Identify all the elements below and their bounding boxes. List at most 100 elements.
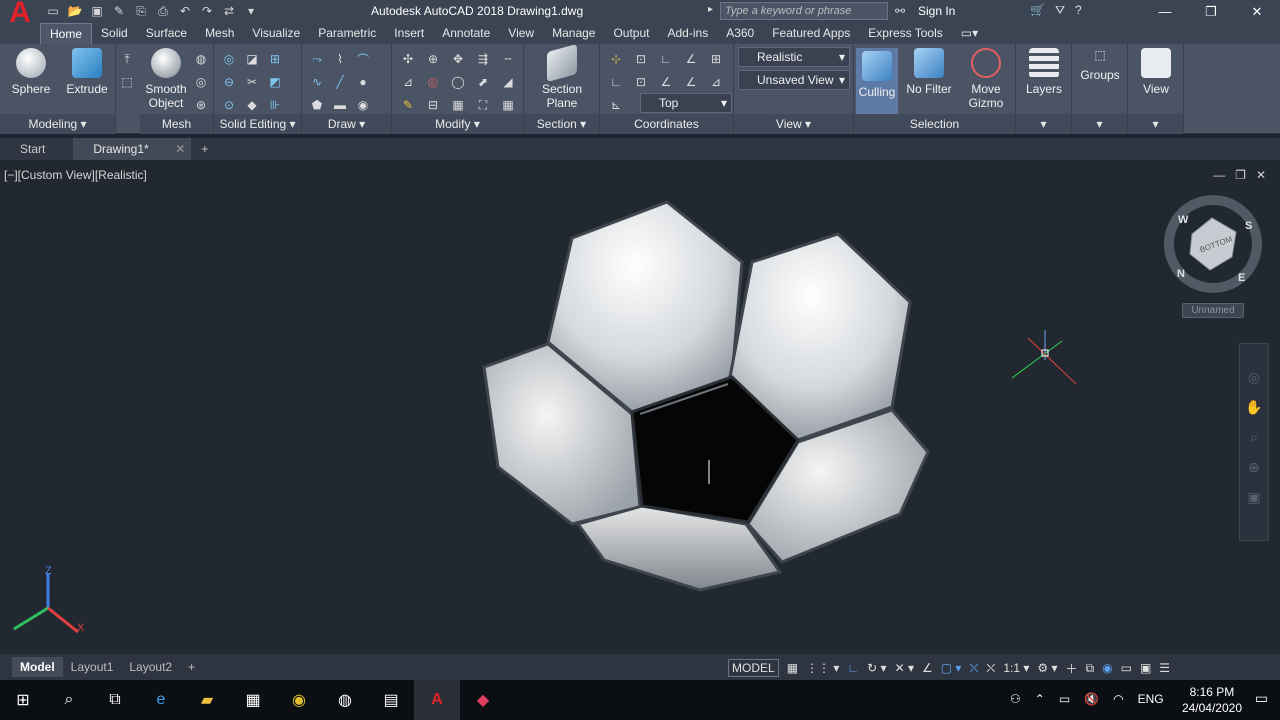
save-icon[interactable]: ▣ xyxy=(88,3,106,19)
tab-output[interactable]: Output xyxy=(604,23,658,44)
ucs-z-icon[interactable]: ∠ xyxy=(679,48,703,70)
annotation-monitor-icon[interactable]: ＋ xyxy=(1066,660,1078,677)
model-layout-tab[interactable]: Model xyxy=(12,657,63,677)
tab-manage[interactable]: Manage xyxy=(543,23,604,44)
tab-express-tools[interactable]: Express Tools xyxy=(859,23,951,44)
separate-icon[interactable]: ⊪ xyxy=(264,94,286,116)
section-plane-button[interactable]: Section Plane xyxy=(532,43,592,110)
culling-button[interactable]: Culling xyxy=(856,48,898,114)
chrome-icon[interactable]: ◉ xyxy=(276,680,322,720)
coordinates-panel-label[interactable]: Coordinates xyxy=(600,114,733,134)
ucs-object-icon[interactable]: ⊡ xyxy=(629,71,653,93)
show-hidden-icons[interactable]: ⌃ xyxy=(1035,692,1045,706)
erase-icon[interactable]: ✎ xyxy=(396,94,420,116)
orbit-icon[interactable]: ⊕ xyxy=(1240,452,1268,482)
drawing-tab[interactable]: Drawing1* ✕ xyxy=(73,138,192,160)
workspace-icon[interactable]: ⇄ xyxy=(220,3,238,19)
offset-icon[interactable]: ⊟ xyxy=(421,94,445,116)
plot-icon[interactable]: ⎙ xyxy=(154,3,172,19)
isolate-objects-icon[interactable]: ◉ xyxy=(1102,661,1112,675)
modeling-panel-label[interactable]: Modeling ▾ xyxy=(0,114,115,134)
view-button[interactable]: View xyxy=(1134,48,1178,96)
extrude-faces-icon[interactable]: ◩ xyxy=(264,71,286,93)
saved-view-dropdown[interactable]: Unsaved View ▾ xyxy=(738,70,850,90)
steering-wheel-icon[interactable]: ◎ xyxy=(1240,362,1268,392)
volume-icon[interactable]: 🔇 xyxy=(1084,692,1099,706)
selection-panel-label[interactable]: Selection xyxy=(854,114,1015,134)
wifi-icon[interactable]: ◠ xyxy=(1113,692,1123,706)
clean-screen-icon[interactable]: ▣ xyxy=(1140,661,1151,675)
view-panel-label[interactable]: View ▾ xyxy=(734,114,853,134)
tab-parametric[interactable]: Parametric xyxy=(309,23,385,44)
mesh-smooth-less-icon[interactable]: ◎ xyxy=(190,71,212,93)
interfere-icon[interactable]: ✂ xyxy=(241,71,263,93)
isodraft-icon[interactable]: ✕ ▾ xyxy=(895,661,914,675)
autodesk-app-icon[interactable]: ⛛ xyxy=(1055,3,1065,18)
close-button[interactable]: ✕ xyxy=(1234,0,1280,23)
workspace-gear-icon[interactable]: ⚙ ▾ xyxy=(1037,661,1057,675)
spline-icon[interactable]: ∿ xyxy=(306,71,328,93)
circle-edit-icon[interactable]: ◯ xyxy=(446,71,470,93)
view-expand-icon[interactable]: ▾ xyxy=(1128,114,1183,134)
layers-expand-icon[interactable]: ▾ xyxy=(1016,114,1071,134)
ucs-previous-icon[interactable]: ∟ xyxy=(604,71,628,93)
ucs-menu-button[interactable]: Unnamed xyxy=(1182,303,1244,318)
compass-south[interactable]: S xyxy=(1245,220,1252,232)
fillet-icon[interactable]: ◢ xyxy=(496,71,520,93)
sign-in-button[interactable]: Sign In xyxy=(918,4,955,18)
groups-button[interactable]: ⬚ Groups xyxy=(1078,48,1122,82)
search-icon[interactable]: ⌕ xyxy=(46,680,92,720)
people-icon[interactable]: ⚇ xyxy=(1010,692,1021,706)
chamfer-icon[interactable]: ⛶ xyxy=(471,94,495,116)
presspull-icon[interactable]: ⤒ xyxy=(116,48,138,70)
ortho-icon[interactable]: ∟ xyxy=(847,661,859,675)
view-direction-dropdown[interactable]: Top ▾ xyxy=(640,93,732,113)
ucs-face-icon[interactable]: ∠ xyxy=(654,71,678,93)
search-expand-icon[interactable]: ▸ xyxy=(708,4,713,15)
pan-icon[interactable]: ✋ xyxy=(1240,392,1268,422)
snap-icon[interactable]: ⋮⋮ ▾ xyxy=(806,661,839,675)
scale-icon[interactable]: ◎ xyxy=(421,71,445,93)
new-icon[interactable]: ▭ xyxy=(44,3,62,19)
grid-array-icon[interactable]: ▦ xyxy=(496,94,520,116)
ucs-x-icon[interactable]: ⊿ xyxy=(704,71,728,93)
move-3d-icon[interactable]: ✣ xyxy=(396,48,420,70)
compass-west[interactable]: W xyxy=(1178,214,1188,226)
tab-solid[interactable]: Solid xyxy=(92,23,137,44)
tab-mesh[interactable]: Mesh xyxy=(196,23,243,44)
new-tab-icon[interactable]: + xyxy=(191,138,218,160)
tab-annotate[interactable]: Annotate xyxy=(433,23,499,44)
no-filter-button[interactable]: No Filter xyxy=(904,48,954,96)
move-icon[interactable]: ✥ xyxy=(446,48,470,70)
object-snap-icon[interactable]: ▢ ▾ xyxy=(941,661,962,675)
close-tab-icon[interactable]: ✕ xyxy=(175,138,185,160)
align-icon[interactable]: ⇶ xyxy=(471,48,495,70)
autocad-taskbar-icon[interactable]: A xyxy=(414,680,460,720)
slice-icon[interactable]: ◪ xyxy=(241,48,263,70)
modify-panel-label[interactable]: Modify ▾ xyxy=(392,114,523,134)
notifications-icon[interactable]: ▭ xyxy=(1255,690,1268,707)
rectangle-icon[interactable]: ▬ xyxy=(329,94,351,116)
extract-edges-icon[interactable]: ⊞ xyxy=(264,48,286,70)
units-icon[interactable]: ⧉ xyxy=(1086,661,1095,676)
ucs-icon-props[interactable]: ⊾ xyxy=(604,94,628,116)
ucs-world-icon[interactable]: ⊡ xyxy=(629,48,653,70)
undo-icon[interactable]: ↶ xyxy=(176,3,194,19)
tab-a360[interactable]: A360 xyxy=(717,23,763,44)
intersect-icon[interactable]: ⊙ xyxy=(218,94,240,116)
compass-east[interactable]: E xyxy=(1238,272,1245,284)
hardware-acceleration-icon[interactable]: ▭ xyxy=(1121,661,1132,675)
qat-dropdown-icon[interactable]: ▾ xyxy=(242,3,260,19)
array-icon[interactable]: ╌ xyxy=(496,48,520,70)
ucs-view-icon[interactable]: ⊞ xyxy=(704,48,728,70)
minimize-button[interactable]: — xyxy=(1142,0,1188,23)
layers-button[interactable]: Layers xyxy=(1022,48,1066,96)
maximize-button[interactable]: ❐ xyxy=(1188,0,1234,23)
calculator-icon[interactable]: ▦ xyxy=(230,680,276,720)
ucs-3point-icon[interactable]: ∠ xyxy=(679,71,703,93)
windows-start-icon[interactable]: ⊞ xyxy=(0,680,46,720)
polysolid-icon[interactable]: ⬚ xyxy=(116,71,138,93)
mirror-icon[interactable]: ⊿ xyxy=(396,71,420,93)
binoculars-icon[interactable]: ⚯ xyxy=(895,4,905,18)
arc-icon[interactable]: ⌒ xyxy=(352,48,374,70)
